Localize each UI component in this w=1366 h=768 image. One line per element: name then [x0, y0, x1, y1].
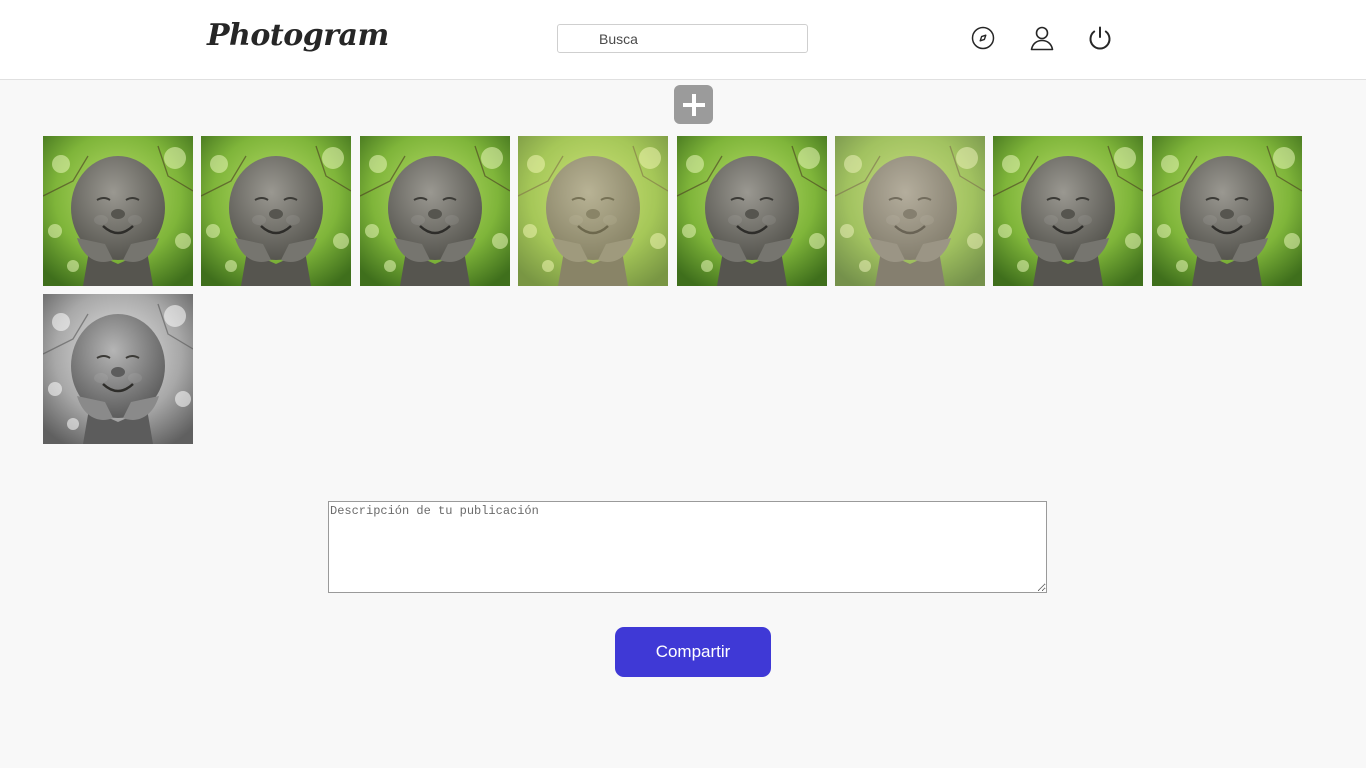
photo-thumbnail[interactable] — [201, 136, 352, 286]
buddha-statue-image — [1151, 136, 1302, 286]
photo-thumbnail[interactable] — [1151, 136, 1302, 286]
photo-thumbnail[interactable] — [43, 294, 193, 444]
photo-thumbnail[interactable] — [518, 136, 669, 286]
photo-thumbnail[interactable] — [993, 136, 1144, 286]
plus-icon — [682, 93, 705, 116]
photo-thumbnail[interactable] — [43, 136, 193, 286]
power-icon — [1089, 26, 1111, 50]
buddha-statue-image — [518, 136, 669, 286]
user-icon — [1030, 26, 1054, 51]
photo-thumbnail[interactable] — [359, 136, 510, 286]
logo[interactable]: Photogram — [207, 18, 389, 53]
explore-button[interactable] — [969, 24, 997, 52]
buddha-statue-image — [201, 136, 352, 286]
search-input[interactable] — [557, 24, 808, 53]
description-textarea[interactable] — [328, 501, 1047, 593]
buddha-statue-image — [993, 136, 1144, 286]
top-navbar: Photogram — [0, 0, 1366, 80]
photo-thumbnail[interactable] — [676, 136, 827, 286]
compass-icon — [971, 26, 995, 50]
buddha-statue-image — [359, 136, 510, 286]
photo-grid — [43, 136, 1313, 444]
buddha-statue-image — [676, 136, 827, 286]
add-photo-button[interactable] — [674, 85, 713, 124]
buddha-statue-image — [43, 294, 193, 444]
share-button[interactable]: Compartir — [615, 627, 771, 677]
buddha-statue-image — [834, 136, 985, 286]
profile-button[interactable] — [1028, 24, 1056, 52]
buddha-statue-image — [43, 136, 193, 286]
logout-button[interactable] — [1086, 24, 1114, 52]
photo-thumbnail[interactable] — [834, 136, 985, 286]
